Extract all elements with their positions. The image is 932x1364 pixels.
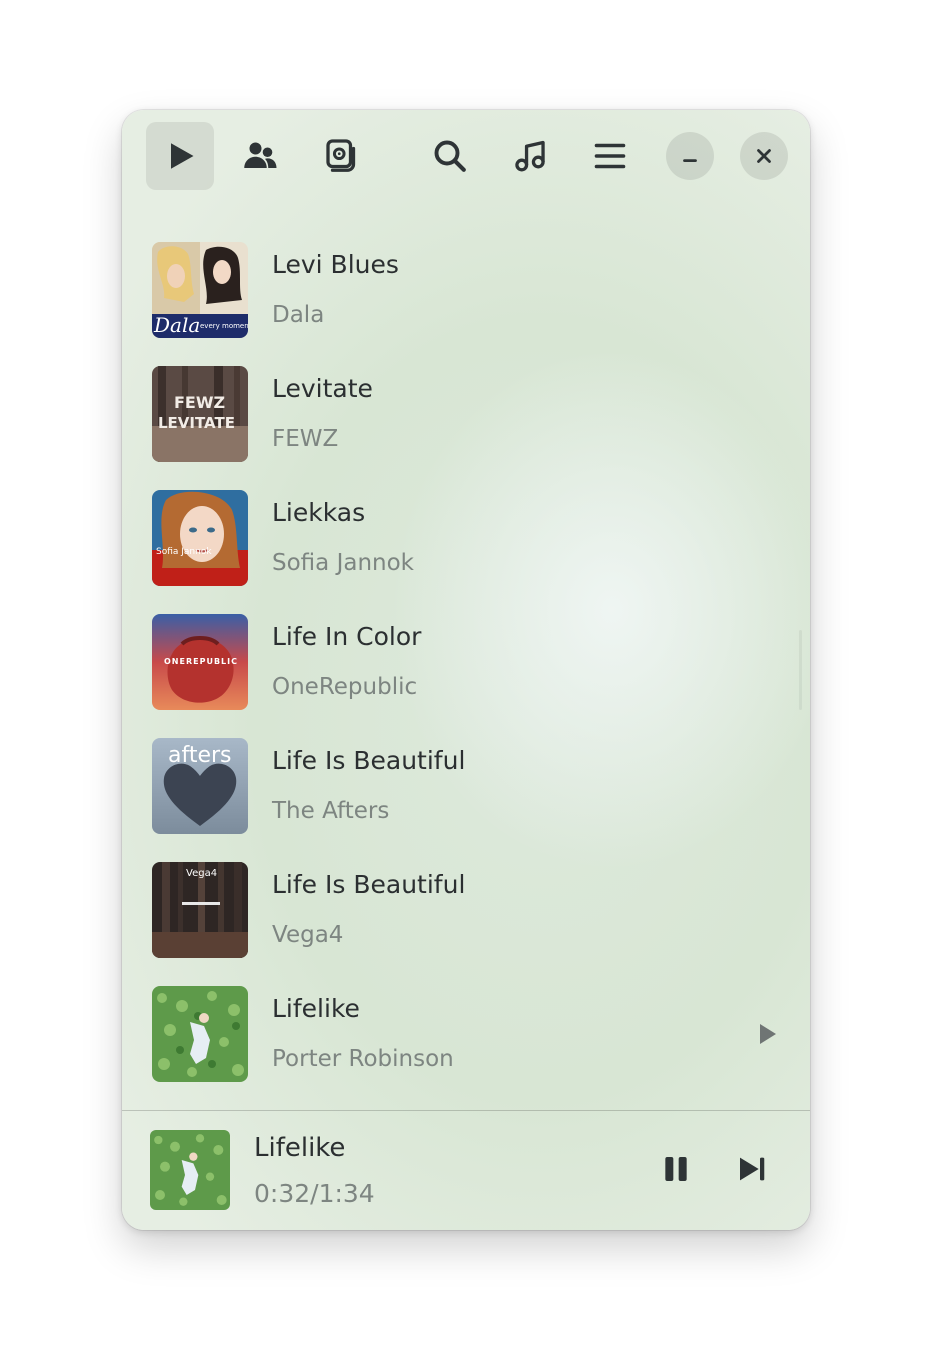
next-track-button[interactable] bbox=[732, 1149, 772, 1189]
music-note-icon bbox=[515, 140, 545, 172]
search-icon bbox=[434, 140, 466, 172]
song-artist: Dala bbox=[272, 302, 325, 328]
play-icon bbox=[171, 143, 194, 169]
now-playing-tab-button[interactable] bbox=[146, 122, 214, 190]
albums-icon bbox=[326, 139, 356, 172]
main-menu-button[interactable] bbox=[576, 122, 644, 190]
song-title: Life In Color bbox=[272, 622, 422, 651]
song-row-playing[interactable]: Lifelike Porter Robinson bbox=[122, 974, 810, 1098]
svg-text:Vega4: Vega4 bbox=[186, 868, 217, 879]
song-artist: Porter Robinson bbox=[272, 1046, 454, 1072]
pause-icon bbox=[665, 1157, 687, 1181]
album-art: ONEREPUBLIC bbox=[152, 614, 248, 710]
now-playing-album-art[interactable] bbox=[150, 1130, 230, 1210]
close-icon bbox=[757, 149, 771, 163]
svg-text:LEVITATE: LEVITATE bbox=[158, 414, 235, 432]
album-art: Vega4 bbox=[152, 862, 248, 958]
svg-text:every moment is something: every moment is something bbox=[200, 322, 248, 330]
now-playing-bar: Lifelike 0:32/1:34 bbox=[122, 1111, 810, 1230]
albums-tab-button[interactable] bbox=[306, 122, 374, 190]
song-row[interactable]: Sofia Jannok Liekkas Sofia Jannok bbox=[122, 478, 810, 602]
song-row[interactable]: FEWZ LEVITATE Levitate FEWZ bbox=[122, 354, 810, 478]
skip-forward-icon bbox=[740, 1157, 765, 1181]
svg-text:Dala: Dala bbox=[153, 313, 200, 337]
album-art: Sofia Jannok bbox=[152, 490, 248, 586]
minimize-button[interactable] bbox=[666, 132, 714, 180]
song-artist: OneRepublic bbox=[272, 674, 418, 700]
song-title: Life Is Beautiful bbox=[272, 870, 466, 899]
song-row[interactable]: ONEREPUBLIC Life In Color OneRepublic bbox=[122, 602, 810, 726]
song-artist: The Afters bbox=[272, 798, 390, 824]
svg-text:Sofia Jannok: Sofia Jannok bbox=[156, 547, 212, 557]
song-row[interactable]: Vega4 Life Is Beautiful Vega4 bbox=[122, 850, 810, 974]
song-artist: Vega4 bbox=[272, 922, 344, 948]
search-button[interactable] bbox=[416, 122, 484, 190]
album-art: FEWZ LEVITATE bbox=[152, 366, 248, 462]
artists-tab-button[interactable] bbox=[226, 122, 294, 190]
header-bar bbox=[122, 110, 810, 206]
song-row[interactable]: Dala every moment is something Levi Blue… bbox=[122, 230, 810, 354]
playing-indicator-icon bbox=[760, 1024, 776, 1044]
pause-button[interactable] bbox=[656, 1149, 696, 1189]
svg-text:afters: afters bbox=[168, 743, 232, 768]
svg-text:ONEREPUBLIC: ONEREPUBLIC bbox=[164, 657, 238, 666]
album-art bbox=[152, 986, 248, 1082]
now-playing-title: Lifelike bbox=[254, 1133, 346, 1163]
hamburger-menu-icon bbox=[594, 143, 626, 169]
song-title: Lifelike bbox=[272, 994, 360, 1023]
song-title: Levi Blues bbox=[272, 250, 399, 279]
songs-button[interactable] bbox=[496, 122, 564, 190]
minimize-icon bbox=[683, 159, 697, 162]
close-button[interactable] bbox=[740, 132, 788, 180]
song-title: Liekkas bbox=[272, 498, 366, 527]
song-title: Levitate bbox=[272, 374, 373, 403]
song-row[interactable]: afters Life Is Beautiful The Afters bbox=[122, 726, 810, 850]
svg-text:FEWZ: FEWZ bbox=[174, 393, 225, 412]
song-title: Life Is Beautiful bbox=[272, 746, 466, 775]
album-art: Dala every moment is something bbox=[152, 242, 248, 338]
now-playing-time: 0:32/1:34 bbox=[254, 1179, 375, 1208]
scrollbar[interactable] bbox=[799, 630, 802, 710]
people-icon bbox=[244, 142, 277, 168]
song-artist: Sofia Jannok bbox=[272, 550, 414, 576]
album-art: afters bbox=[152, 738, 248, 834]
song-artist: FEWZ bbox=[272, 426, 339, 452]
music-player-window: Dala every moment is something Levi Blue… bbox=[122, 110, 810, 1230]
